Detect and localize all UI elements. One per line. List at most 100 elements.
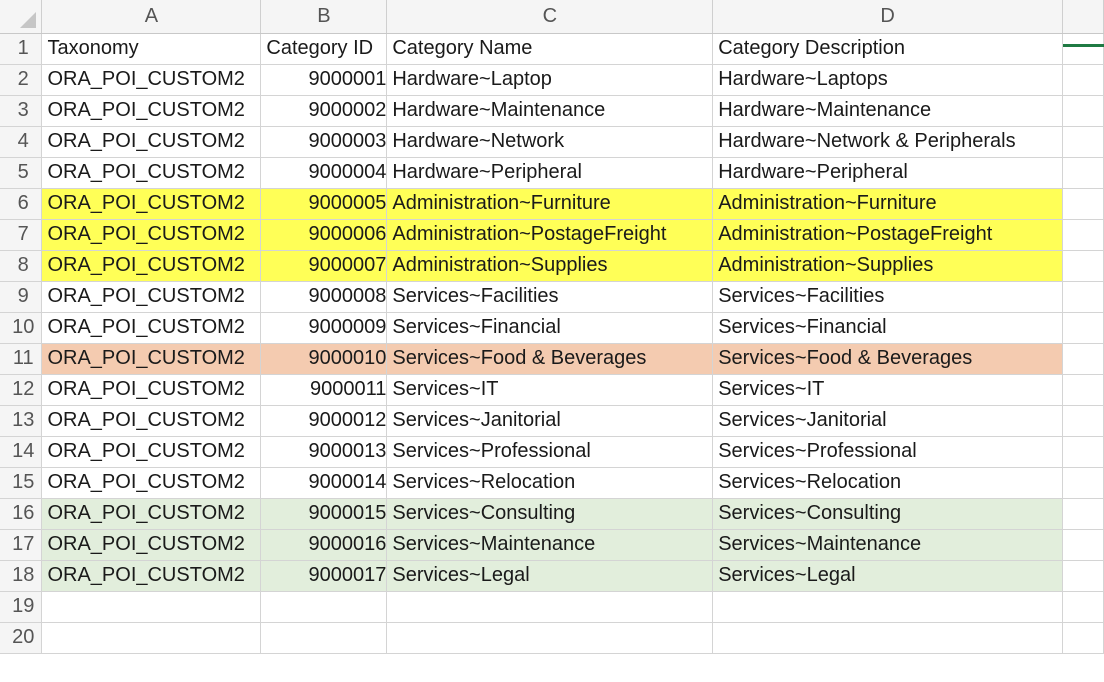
column-header-c[interactable]: C [386, 0, 714, 34]
row-header[interactable]: 2 [0, 64, 43, 96]
cell-category-id[interactable] [260, 622, 388, 654]
cell-category-description[interactable]: Administration~Furniture [712, 188, 1064, 220]
cell-empty[interactable] [1062, 405, 1104, 437]
cell-empty[interactable] [1062, 343, 1104, 375]
cell-empty[interactable] [1062, 529, 1104, 561]
cell-category-name[interactable]: Services~Legal [386, 560, 714, 592]
row-header[interactable]: 14 [0, 436, 43, 468]
cell-category-id[interactable]: 9000010 [260, 343, 388, 375]
cell-taxonomy[interactable]: ORA_POI_CUSTOM2 [41, 560, 262, 592]
cell-category-description[interactable]: Hardware~Peripheral [712, 157, 1064, 189]
cell-taxonomy[interactable] [41, 622, 262, 654]
cell-taxonomy[interactable]: ORA_POI_CUSTOM2 [41, 126, 262, 158]
cell-empty[interactable] [1062, 157, 1104, 189]
cell-category-name[interactable]: Hardware~Peripheral [386, 157, 714, 189]
cell-category-id[interactable]: 9000009 [260, 312, 388, 344]
cell-category-id[interactable]: Category ID [260, 33, 388, 65]
cell-taxonomy[interactable]: ORA_POI_CUSTOM2 [41, 498, 262, 530]
cell-category-id[interactable]: 9000006 [260, 219, 388, 251]
row-header[interactable]: 3 [0, 95, 43, 127]
cell-empty[interactable] [1062, 498, 1104, 530]
row-header[interactable]: 1 [0, 33, 43, 65]
cell-taxonomy[interactable]: ORA_POI_CUSTOM2 [41, 188, 262, 220]
cell-category-description[interactable]: Services~Relocation [712, 467, 1064, 499]
cell-empty[interactable] [1062, 188, 1104, 220]
cell-category-id[interactable]: 9000008 [260, 281, 388, 313]
cell-category-id[interactable]: 9000015 [260, 498, 388, 530]
cell-category-id[interactable]: 9000004 [260, 157, 388, 189]
cell-category-id[interactable]: 9000014 [260, 467, 388, 499]
cell-empty[interactable] [1062, 467, 1104, 499]
cell-taxonomy[interactable]: ORA_POI_CUSTOM2 [41, 405, 262, 437]
cell-category-description[interactable]: Administration~Supplies [712, 250, 1064, 282]
cell-category-name[interactable]: Hardware~Laptop [386, 64, 714, 96]
cell-category-name[interactable] [386, 622, 714, 654]
row-header[interactable]: 15 [0, 467, 43, 499]
cell-category-id[interactable]: 9000011 [260, 374, 388, 406]
cell-category-name[interactable]: Administration~PostageFreight [386, 219, 714, 251]
cell-category-id[interactable]: 9000012 [260, 405, 388, 437]
cell-category-description[interactable] [712, 622, 1064, 654]
cell-empty[interactable] [1062, 219, 1104, 251]
cell-category-id[interactable]: 9000016 [260, 529, 388, 561]
cell-category-description[interactable]: Services~Professional [712, 436, 1064, 468]
cell-empty[interactable] [1062, 64, 1104, 96]
cell-category-name[interactable]: Administration~Furniture [386, 188, 714, 220]
cell-category-name[interactable]: Services~IT [386, 374, 714, 406]
column-header-e[interactable] [1062, 0, 1104, 34]
cell-category-description[interactable]: Hardware~Network & Peripherals [712, 126, 1064, 158]
row-header[interactable]: 17 [0, 529, 43, 561]
cell-category-id[interactable]: 9000003 [260, 126, 388, 158]
cell-category-name[interactable]: Services~Maintenance [386, 529, 714, 561]
column-header-b[interactable]: B [260, 0, 388, 34]
cell-category-name[interactable]: Hardware~Network [386, 126, 714, 158]
cell-empty[interactable] [1062, 436, 1104, 468]
cell-taxonomy[interactable]: ORA_POI_CUSTOM2 [41, 467, 262, 499]
cell-taxonomy[interactable]: ORA_POI_CUSTOM2 [41, 157, 262, 189]
cell-category-id[interactable] [260, 591, 388, 623]
cell-taxonomy[interactable]: ORA_POI_CUSTOM2 [41, 529, 262, 561]
row-header[interactable]: 10 [0, 312, 43, 344]
row-header[interactable]: 19 [0, 591, 43, 623]
cell-category-name[interactable]: Services~Relocation [386, 467, 714, 499]
cell-category-description[interactable]: Category Description [712, 33, 1064, 65]
cell-empty[interactable] [1062, 281, 1104, 313]
cell-category-name[interactable]: Services~Food & Beverages [386, 343, 714, 375]
row-header[interactable]: 9 [0, 281, 43, 313]
cell-category-name[interactable]: Services~Financial [386, 312, 714, 344]
cell-category-description[interactable]: Services~Food & Beverages [712, 343, 1064, 375]
cell-category-name[interactable]: Services~Janitorial [386, 405, 714, 437]
cell-taxonomy[interactable] [41, 591, 262, 623]
column-header-d[interactable]: D [712, 0, 1064, 34]
cell-empty[interactable] [1062, 622, 1104, 654]
cell-taxonomy[interactable]: ORA_POI_CUSTOM2 [41, 343, 262, 375]
cell-category-name[interactable]: Hardware~Maintenance [386, 95, 714, 127]
cell-empty[interactable] [1062, 374, 1104, 406]
cell-taxonomy[interactable]: ORA_POI_CUSTOM2 [41, 95, 262, 127]
cell-category-name[interactable]: Services~Professional [386, 436, 714, 468]
cell-category-id[interactable]: 9000007 [260, 250, 388, 282]
cell-taxonomy[interactable]: Taxonomy [41, 33, 262, 65]
cell-category-description[interactable]: Administration~PostageFreight [712, 219, 1064, 251]
cell-empty[interactable] [1062, 33, 1104, 65]
cell-empty[interactable] [1062, 312, 1104, 344]
cell-category-description[interactable]: Hardware~Maintenance [712, 95, 1064, 127]
column-header-a[interactable]: A [41, 0, 262, 34]
cell-taxonomy[interactable]: ORA_POI_CUSTOM2 [41, 312, 262, 344]
row-header[interactable]: 11 [0, 343, 43, 375]
row-header[interactable]: 12 [0, 374, 43, 406]
cell-category-id[interactable]: 9000001 [260, 64, 388, 96]
cell-empty[interactable] [1062, 591, 1104, 623]
row-header[interactable]: 16 [0, 498, 43, 530]
cell-taxonomy[interactable]: ORA_POI_CUSTOM2 [41, 64, 262, 96]
row-header[interactable]: 8 [0, 250, 43, 282]
cell-category-description[interactable]: Services~Maintenance [712, 529, 1064, 561]
row-header[interactable]: 20 [0, 622, 43, 654]
cell-category-description[interactable]: Services~Financial [712, 312, 1064, 344]
select-all-corner[interactable] [0, 0, 43, 34]
cell-category-description[interactable]: Services~IT [712, 374, 1064, 406]
cell-taxonomy[interactable]: ORA_POI_CUSTOM2 [41, 250, 262, 282]
cell-category-name[interactable]: Services~Consulting [386, 498, 714, 530]
cell-taxonomy[interactable]: ORA_POI_CUSTOM2 [41, 374, 262, 406]
cell-taxonomy[interactable]: ORA_POI_CUSTOM2 [41, 219, 262, 251]
